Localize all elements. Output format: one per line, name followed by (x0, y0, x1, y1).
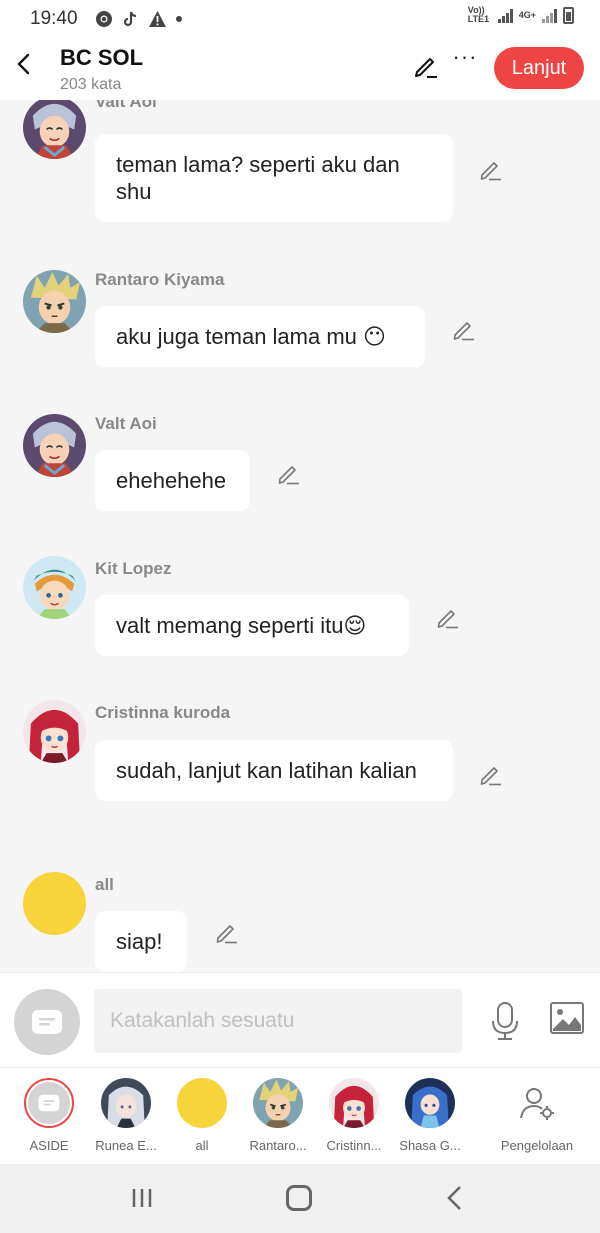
edit-message-icon[interactable] (215, 921, 239, 945)
character-label: Pengelolaan (500, 1138, 574, 1153)
chat-area[interactable]: Valt Aoi teman lama? seperti aku dan shu… (0, 100, 600, 972)
battery-icon (563, 6, 574, 24)
character-label: Cristinn... (326, 1138, 382, 1153)
edit-title-icon[interactable] (413, 53, 439, 79)
aside-avatar (24, 1078, 74, 1128)
network-type-label: 4G+ (518, 10, 536, 20)
character-selector: ASIDE Runea E... all Rantaro... Cristinn… (0, 1067, 600, 1164)
signal-icon-2 (542, 7, 557, 23)
speaker-name: Rantaro Kiyama (95, 270, 225, 289)
edit-message-icon[interactable] (436, 606, 460, 630)
microphone-icon[interactable] (488, 1001, 522, 1041)
story-header: BC SOL 203 kata ··· Lanjut (0, 36, 600, 100)
next-button[interactable]: Lanjut (494, 47, 584, 89)
character-rantaro[interactable]: Rantaro... (240, 1078, 316, 1153)
message-bubble[interactable]: valt memang seperti itu😌 (95, 595, 409, 656)
character-label: Rantaro... (249, 1138, 307, 1153)
dot-icon (175, 9, 183, 28)
manage-icon (512, 1078, 562, 1128)
character-shasa[interactable]: Shasa G... (392, 1078, 468, 1153)
character-label: all (195, 1138, 209, 1153)
avatar-kit-lopez[interactable] (23, 556, 86, 619)
cristinna-avatar (329, 1078, 379, 1128)
runea-avatar (101, 1078, 151, 1128)
notification-icons (94, 9, 183, 28)
shasa-avatar (405, 1078, 455, 1128)
speaker-name: Valt Aoi (95, 100, 157, 111)
recent-apps-icon[interactable] (130, 1186, 154, 1210)
volte-label: Vo)) LTE1 (467, 5, 490, 24)
rantaro-avatar (253, 1078, 303, 1128)
aside-icon (38, 1094, 60, 1112)
edit-message-icon[interactable] (277, 462, 301, 486)
message-bubble[interactable]: sudah, lanjut kan latihan kalian (95, 740, 453, 801)
character-aside[interactable]: ASIDE (11, 1078, 87, 1153)
edit-message-icon[interactable] (479, 158, 503, 182)
character-label: Shasa G... (399, 1138, 461, 1153)
edit-message-icon[interactable] (452, 318, 476, 342)
speaker-name: all (95, 875, 114, 894)
avatar-valt-aoi[interactable] (23, 100, 86, 159)
speaker-name: Valt Aoi (95, 414, 157, 433)
status-time: 19:40 (30, 8, 78, 29)
avatar-all[interactable] (23, 872, 86, 935)
message-bubble[interactable]: ehehehehe (95, 450, 250, 511)
avatar-rantaro-kiyama[interactable] (23, 270, 86, 333)
word-count: 203 kata (60, 76, 122, 93)
aside-icon (32, 1010, 62, 1034)
edit-message-icon[interactable] (479, 763, 503, 787)
message-bubble[interactable]: teman lama? seperti aku dan shu (95, 134, 453, 222)
status-bar: 19:40 Vo)) LTE1 4G+ (0, 0, 600, 36)
message-input[interactable] (94, 989, 462, 1053)
tiktok-icon (121, 9, 140, 28)
character-cristinna[interactable]: Cristinn... (316, 1078, 392, 1153)
more-options-icon[interactable]: ··· (452, 46, 478, 76)
character-runea[interactable]: Runea E... (88, 1078, 164, 1153)
back-arrow-icon[interactable] (12, 52, 36, 76)
avatar-valt-aoi[interactable] (23, 414, 86, 477)
speaker-name: Cristinna kuroda (95, 703, 231, 722)
aside-button[interactable] (14, 989, 80, 1055)
warning-icon (148, 9, 167, 28)
manage-characters[interactable]: Pengelolaan (495, 1078, 579, 1153)
speaker-name: Kit Lopez (95, 559, 172, 578)
status-right: Vo)) LTE1 4G+ (468, 6, 574, 24)
character-label: Runea E... (95, 1138, 157, 1153)
system-back-icon[interactable] (443, 1185, 467, 1211)
avatar-cristinna-kuroda[interactable] (23, 700, 86, 763)
page-title: BC SOL (60, 45, 144, 70)
all-avatar (177, 1078, 227, 1128)
home-icon[interactable] (286, 1185, 312, 1211)
message-bubble[interactable]: siap! (95, 911, 187, 972)
image-icon[interactable] (549, 1001, 585, 1035)
message-input-bar (0, 972, 600, 1067)
signal-icon (497, 7, 513, 23)
message-bubble[interactable]: aku juga teman lama mu 😶 (95, 306, 425, 367)
system-nav-bar (0, 1164, 600, 1233)
character-all[interactable]: all (164, 1078, 240, 1153)
character-label: ASIDE (29, 1138, 69, 1153)
chrome-icon (94, 9, 113, 28)
